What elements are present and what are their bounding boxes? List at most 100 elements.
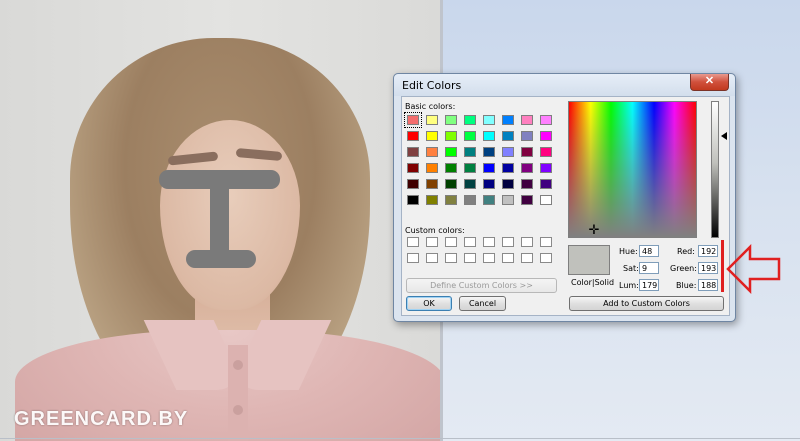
basic-color-swatch[interactable] bbox=[483, 163, 495, 173]
annotation-arrow-icon bbox=[726, 244, 781, 294]
lum-label: Lum: bbox=[619, 281, 639, 290]
basic-color-swatch[interactable] bbox=[502, 163, 514, 173]
close-icon: ✕ bbox=[704, 75, 715, 87]
color-preview bbox=[568, 245, 610, 275]
basic-color-swatch[interactable] bbox=[502, 131, 514, 141]
custom-color-swatch[interactable] bbox=[407, 237, 419, 247]
custom-colors-label: Custom colors: bbox=[405, 226, 465, 235]
basic-color-swatch[interactable] bbox=[540, 195, 552, 205]
basic-color-swatch[interactable] bbox=[483, 147, 495, 157]
add-to-custom-colors-button[interactable]: Add to Custom Colors bbox=[569, 296, 724, 311]
face bbox=[160, 120, 300, 310]
basic-color-swatch[interactable] bbox=[445, 115, 457, 125]
basic-color-swatch[interactable] bbox=[407, 147, 419, 157]
basic-color-swatch[interactable] bbox=[521, 131, 533, 141]
basic-color-swatch[interactable] bbox=[483, 115, 495, 125]
green-label: Green: bbox=[670, 264, 697, 273]
basic-color-swatch[interactable] bbox=[407, 131, 419, 141]
basic-color-swatch[interactable] bbox=[464, 163, 476, 173]
custom-color-swatch[interactable] bbox=[426, 253, 438, 263]
basic-color-swatch[interactable] bbox=[502, 195, 514, 205]
crosshair-icon[interactable]: ✛ bbox=[588, 223, 600, 236]
define-custom-colors-button[interactable]: Define Custom Colors >> bbox=[406, 278, 557, 293]
portrait-photo: GREENCARD.BY bbox=[0, 0, 443, 441]
basic-color-swatch[interactable] bbox=[521, 163, 533, 173]
blue-label: Blue: bbox=[676, 281, 697, 290]
shirt-button bbox=[233, 360, 243, 370]
close-button[interactable]: ✕ bbox=[690, 74, 729, 91]
custom-color-swatch[interactable] bbox=[521, 253, 533, 263]
custom-color-swatch[interactable] bbox=[540, 253, 552, 263]
basic-color-swatch[interactable] bbox=[540, 179, 552, 189]
custom-color-swatch[interactable] bbox=[483, 253, 495, 263]
lum-input[interactable]: 179 bbox=[639, 279, 659, 291]
sat-input[interactable]: 9 bbox=[639, 262, 659, 274]
hue-input[interactable]: 48 bbox=[639, 245, 659, 257]
basic-color-swatch[interactable] bbox=[464, 179, 476, 189]
basic-color-swatch[interactable] bbox=[540, 115, 552, 125]
basic-color-swatch[interactable] bbox=[407, 163, 419, 173]
basic-colors-label: Basic colors: bbox=[405, 102, 456, 111]
basic-color-swatch[interactable] bbox=[464, 195, 476, 205]
custom-color-swatch[interactable] bbox=[483, 237, 495, 247]
basic-color-swatch[interactable] bbox=[426, 179, 438, 189]
basic-color-swatch[interactable] bbox=[540, 163, 552, 173]
basic-color-swatch[interactable] bbox=[445, 195, 457, 205]
custom-color-swatch[interactable] bbox=[502, 253, 514, 263]
red-input[interactable]: 192 bbox=[698, 245, 718, 257]
cancel-button[interactable]: Cancel bbox=[459, 296, 506, 311]
custom-color-swatch[interactable] bbox=[407, 253, 419, 263]
dialog-titlebar[interactable]: Edit Colors ✕ bbox=[394, 74, 735, 96]
ok-button[interactable]: OK bbox=[406, 296, 452, 311]
basic-color-swatch[interactable] bbox=[540, 131, 552, 141]
basic-color-swatch[interactable] bbox=[445, 131, 457, 141]
bottom-divider bbox=[0, 438, 800, 439]
basic-color-swatch[interactable] bbox=[445, 147, 457, 157]
basic-color-swatch[interactable] bbox=[407, 195, 419, 205]
basic-color-swatch[interactable] bbox=[445, 179, 457, 189]
custom-color-swatch[interactable] bbox=[445, 237, 457, 247]
annotation-line bbox=[721, 240, 724, 292]
custom-color-swatch[interactable] bbox=[540, 237, 552, 247]
basic-color-swatch[interactable] bbox=[426, 147, 438, 157]
basic-color-swatch[interactable] bbox=[502, 147, 514, 157]
red-label: Red: bbox=[677, 247, 695, 256]
custom-color-swatch[interactable] bbox=[445, 253, 457, 263]
basic-color-swatch[interactable] bbox=[426, 163, 438, 173]
color-solid-label: Color|Solid bbox=[571, 278, 615, 287]
basic-color-swatch[interactable] bbox=[404, 112, 422, 128]
custom-color-swatch[interactable] bbox=[464, 253, 476, 263]
basic-color-swatch[interactable] bbox=[445, 163, 457, 173]
custom-color-swatch[interactable] bbox=[521, 237, 533, 247]
watermark-text: GREENCARD.BY bbox=[14, 408, 189, 430]
basic-color-swatch[interactable] bbox=[426, 115, 438, 125]
basic-color-swatch[interactable] bbox=[426, 195, 438, 205]
basic-color-swatch[interactable] bbox=[483, 195, 495, 205]
custom-color-swatch[interactable] bbox=[464, 237, 476, 247]
basic-color-swatch[interactable] bbox=[483, 131, 495, 141]
basic-color-swatch[interactable] bbox=[502, 115, 514, 125]
basic-color-swatch[interactable] bbox=[464, 147, 476, 157]
basic-color-swatch[interactable] bbox=[464, 131, 476, 141]
dialog-body: Basic colors: Custom colors: Define Cust… bbox=[401, 96, 730, 316]
green-input[interactable]: 193 bbox=[698, 262, 718, 274]
basic-color-swatch[interactable] bbox=[521, 179, 533, 189]
hue-label: Hue: bbox=[619, 247, 638, 256]
basic-color-swatch[interactable] bbox=[521, 115, 533, 125]
basic-color-swatch[interactable] bbox=[426, 131, 438, 141]
basic-color-swatch[interactable] bbox=[483, 179, 495, 189]
luminosity-slider[interactable] bbox=[711, 101, 719, 238]
custom-color-swatch[interactable] bbox=[426, 237, 438, 247]
blue-input[interactable]: 188 bbox=[698, 279, 718, 291]
basic-color-swatch[interactable] bbox=[464, 115, 476, 125]
slider-arrow-icon[interactable] bbox=[721, 132, 727, 140]
dialog-title: Edit Colors bbox=[402, 79, 462, 92]
basic-color-swatch[interactable] bbox=[407, 179, 419, 189]
basic-color-swatch[interactable] bbox=[502, 179, 514, 189]
custom-color-swatch[interactable] bbox=[502, 237, 514, 247]
basic-color-swatch[interactable] bbox=[521, 195, 533, 205]
basic-color-swatch[interactable] bbox=[521, 147, 533, 157]
color-spectrum[interactable] bbox=[568, 101, 697, 238]
basic-color-swatch[interactable] bbox=[540, 147, 552, 157]
privacy-bar-stem bbox=[210, 180, 229, 260]
